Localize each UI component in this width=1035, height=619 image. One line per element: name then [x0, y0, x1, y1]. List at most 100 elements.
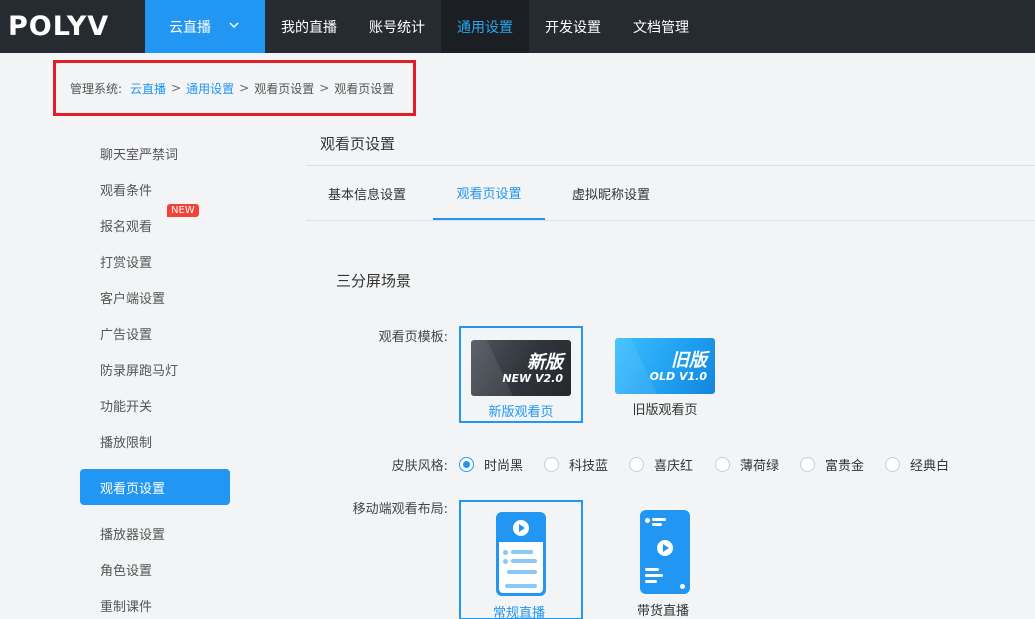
breadcrumb-separator: >	[171, 81, 182, 95]
top-navbar: POLYV 云直播 我的直播 账号统计 通用设置 开发设置 文档管理	[0, 0, 1035, 53]
sidebar-item-roles[interactable]: 角色设置	[80, 551, 230, 587]
template-label: 观看页模板:	[378, 330, 448, 345]
breadcrumb-prefix: 管理系统:	[70, 81, 123, 96]
layout-option-ecommerce[interactable]: 带货直播	[605, 500, 729, 619]
sidebar-item-label: 功能开关	[100, 399, 153, 415]
nav-general-settings[interactable]: 通用设置	[441, 0, 529, 53]
sidebar-item-label: 角色设置	[100, 563, 153, 579]
chat-dot	[503, 559, 508, 564]
breadcrumb: 管理系统: 云直播 > 通用设置 > 观看页设置 > 观看页设置	[53, 60, 416, 116]
breadcrumb-crumb: 观看页设置	[254, 81, 315, 96]
breadcrumb-link-general[interactable]: 通用设置	[186, 80, 234, 97]
chat-bar	[645, 574, 663, 577]
product-switcher[interactable]: 云直播	[145, 0, 265, 53]
sidebar-item-ads[interactable]: 广告设置	[80, 315, 230, 351]
radio-label: 薄荷绿	[740, 459, 780, 474]
sidebar-item-label: 客户端设置	[100, 291, 166, 307]
nav-account-stats[interactable]: 账号统计	[353, 0, 441, 53]
chat-dot	[503, 550, 508, 555]
template-thumbnail-new: 新版 NEW V2.0	[471, 340, 571, 396]
sidebar-item-label: 报名观看	[100, 219, 153, 235]
tab-basic-info[interactable]: 基本信息设置	[306, 166, 428, 220]
sidebar-item-playback-limits[interactable]: 播放限制	[80, 423, 230, 459]
breadcrumb-separator: >	[319, 81, 330, 95]
tab-virtual-nickname[interactable]: 虚拟昵称设置	[550, 166, 672, 220]
sidebar-item-chat-banned-words[interactable]: 聊天室严禁词	[80, 135, 230, 171]
thumbnail-version: NEW V2.0	[502, 372, 563, 385]
radio-unchecked-icon	[800, 457, 815, 472]
product-label: 云直播	[169, 19, 211, 36]
chevron-down-icon	[229, 21, 239, 32]
skin-radio-white[interactable]: 经典白	[885, 455, 949, 474]
nav-label: 账号统计	[369, 19, 425, 36]
thumbnail-title: 新版	[527, 352, 563, 373]
thumbnail-stripe	[615, 338, 663, 394]
header-bar	[652, 523, 662, 526]
nav-label: 通用设置	[457, 19, 513, 36]
sidebar-item-watch-page[interactable]: 观看页设置	[80, 469, 230, 505]
chat-bar	[511, 559, 537, 563]
sidebar-item-feature-switches[interactable]: 功能开关	[80, 387, 230, 423]
sidebar-item-client[interactable]: 客户端设置	[80, 279, 230, 315]
nav-docs[interactable]: 文档管理	[617, 0, 705, 53]
divider	[306, 220, 1035, 221]
mobile-layout-label: 移动端观看布局:	[352, 502, 448, 517]
radio-unchecked-icon	[544, 457, 559, 472]
tab-label: 观看页设置	[456, 186, 522, 202]
sidebar-item-anti-recording[interactable]: 防录屏跑马灯	[80, 351, 230, 387]
tab-watch-page[interactable]: 观看页设置	[433, 166, 545, 220]
sidebar-item-label: 播放器设置	[100, 527, 166, 543]
skin-radio-red[interactable]: 喜庆红	[629, 455, 693, 474]
new-badge: NEW	[167, 204, 199, 217]
page-title: 观看页设置	[320, 135, 396, 153]
play-icon	[657, 540, 673, 556]
nav-my-live[interactable]: 我的直播	[265, 0, 353, 53]
play-icon	[513, 520, 529, 536]
chat-bar	[511, 550, 533, 554]
breadcrumb-link-cloud[interactable]: 云直播	[130, 80, 166, 97]
sidebar-item-label: 防录屏跑马灯	[100, 363, 179, 379]
sidebar-item-label: 聊天室严禁词	[100, 147, 179, 163]
skin-radio-black[interactable]: 时尚黑	[459, 455, 523, 474]
avatar-dot	[645, 518, 650, 523]
polyv-logo[interactable]: POLYV	[8, 10, 109, 42]
radio-checked-icon	[459, 457, 474, 472]
nav-label: 我的直播	[281, 19, 337, 36]
sidebar-item-remake-courseware[interactable]: 重制课件	[80, 587, 230, 619]
radio-label: 喜庆红	[654, 459, 694, 474]
skin-label: 皮肤风格:	[391, 459, 448, 474]
layout-caption-ecommerce: 带货直播	[637, 604, 690, 619]
sidebar-item-label: 观看页设置	[100, 481, 166, 497]
radio-label: 富贵金	[825, 459, 865, 474]
logo-text: POLYV	[8, 10, 110, 42]
template-caption-new: 新版观看页	[488, 405, 554, 420]
phone-video-area	[498, 514, 544, 542]
template-option-old[interactable]: 旧版 OLD V1.0 旧版观看页	[605, 326, 729, 423]
sidebar-item-player[interactable]: 播放器设置	[80, 515, 230, 551]
radio-unchecked-icon	[885, 457, 900, 472]
phone-regular-icon	[496, 512, 546, 596]
breadcrumb-separator: >	[239, 81, 250, 95]
sidebar-item-registration[interactable]: 报名观看	[80, 207, 230, 243]
skin-radio-green[interactable]: 薄荷绿	[715, 455, 779, 474]
nav-dev-settings[interactable]: 开发设置	[529, 0, 617, 53]
tab-label: 虚拟昵称设置	[571, 187, 650, 203]
breadcrumb-current: 观看页设置	[334, 81, 395, 96]
phone-chat-area	[499, 542, 543, 593]
skin-radio-gold[interactable]: 富贵金	[800, 455, 864, 474]
template-caption-old: 旧版观看页	[632, 403, 698, 418]
section-title: 三分屏场景	[336, 272, 412, 290]
skin-radio-blue[interactable]: 科技蓝	[544, 455, 608, 474]
sidebar-item-watch-conditions[interactable]: 观看条件	[80, 171, 230, 207]
input-bar	[505, 584, 537, 588]
template-thumbnail-old: 旧版 OLD V1.0	[615, 338, 715, 394]
sidebar-item-tipping[interactable]: 打赏设置	[80, 243, 230, 279]
template-option-new[interactable]: 新版 NEW V2.0 新版观看页	[459, 326, 583, 423]
tab-label: 基本信息设置	[327, 187, 406, 203]
cart-dot	[680, 584, 685, 589]
radio-label: 科技蓝	[569, 459, 609, 474]
chat-bar	[645, 568, 659, 571]
chat-bar	[645, 580, 657, 583]
layout-option-regular[interactable]: 常规直播	[459, 500, 583, 619]
sidebar-item-label: 播放限制	[100, 435, 153, 451]
